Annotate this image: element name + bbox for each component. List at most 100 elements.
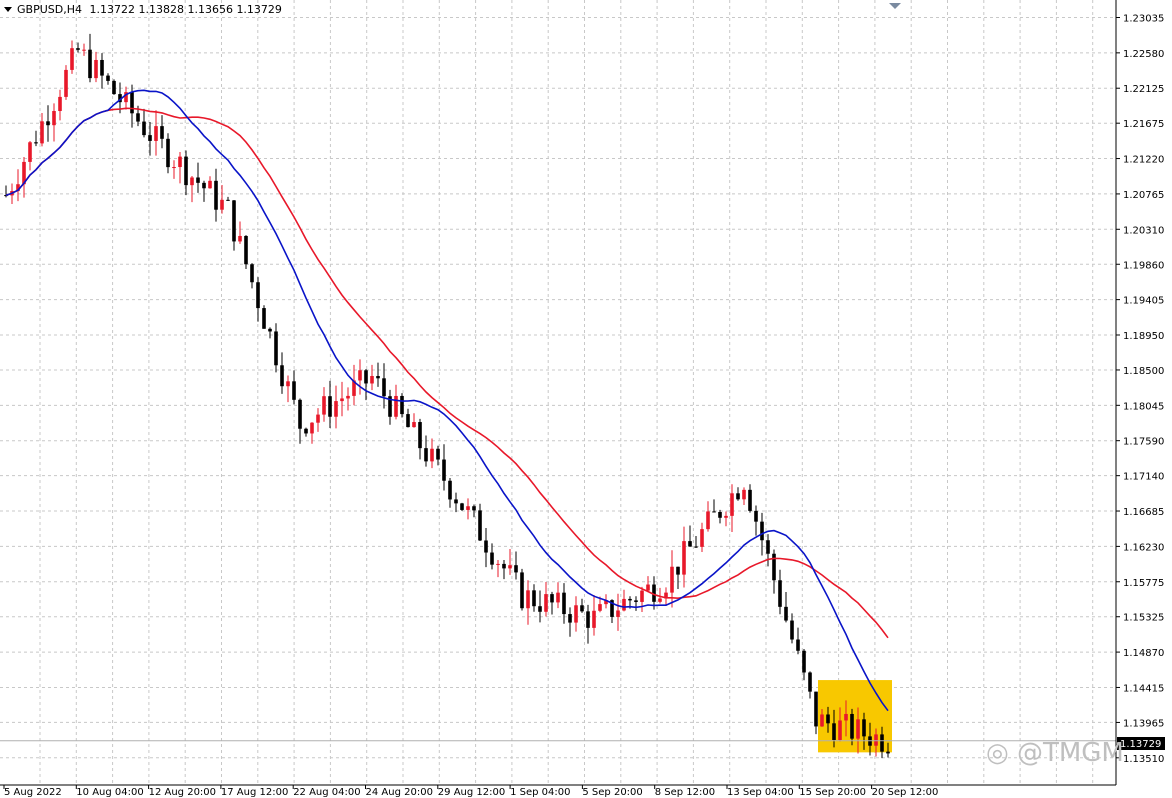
candle <box>316 408 320 432</box>
candle <box>352 364 356 406</box>
ytick-label: 1.15775 <box>1123 578 1164 589</box>
chart-axes <box>0 0 1117 786</box>
candle <box>100 53 104 89</box>
xtick-label: 22 Aug 04:00 <box>293 787 360 798</box>
candle <box>790 613 794 644</box>
xtick-label: 29 Aug 12:00 <box>438 787 505 798</box>
candle <box>268 327 272 339</box>
candle <box>478 503 482 542</box>
candle <box>556 582 560 609</box>
candle <box>388 389 392 425</box>
dropdown-triangle-icon[interactable] <box>4 7 12 12</box>
candle <box>214 168 218 222</box>
moving-average-slow-line <box>5 107 889 639</box>
candle <box>82 43 86 56</box>
xtick-label: 17 Aug 12:00 <box>221 787 288 798</box>
candle <box>160 115 164 149</box>
candle <box>232 199 236 251</box>
candle <box>412 413 416 428</box>
ytick-label: 1.13965 <box>1123 718 1164 729</box>
candle <box>814 691 818 735</box>
price-axis: 1.23035 1.22580 1.22125 1.21675 1.21220 1.207… <box>1116 13 1164 765</box>
candle <box>550 591 554 615</box>
candle <box>784 592 788 623</box>
candle <box>226 196 230 201</box>
candle <box>568 607 572 637</box>
candle <box>334 385 338 429</box>
candle <box>700 522 704 552</box>
candle <box>262 305 266 329</box>
candle <box>256 277 260 322</box>
candle <box>424 435 428 467</box>
candle <box>22 157 26 198</box>
ytick-label: 1.18500 <box>1123 366 1164 377</box>
xtick-label: 5 Sep 20:00 <box>582 787 642 798</box>
ytick-label: 1.20765 <box>1123 190 1164 201</box>
ytick-label: 1.16230 <box>1123 542 1164 553</box>
ytick-label: 1.21675 <box>1123 119 1164 130</box>
candle <box>190 175 194 203</box>
candle <box>490 543 494 570</box>
symbol-label: GBPUSD,H4 <box>17 3 82 16</box>
candle <box>250 263 254 289</box>
candle <box>580 598 584 613</box>
candle <box>418 418 422 460</box>
candle <box>124 86 128 110</box>
candle <box>532 584 536 612</box>
price-chart[interactable]: 1.23035 1.22580 1.22125 1.21675 1.21220 1.207… <box>0 0 1172 798</box>
ytick-label: 1.18950 <box>1123 331 1164 342</box>
ytick-label: 1.14870 <box>1123 648 1164 659</box>
candle <box>682 526 686 588</box>
candle <box>430 438 434 469</box>
chart-grid <box>0 0 1116 785</box>
candle <box>34 130 38 147</box>
candle <box>442 444 446 491</box>
candle <box>454 492 458 513</box>
candle <box>166 133 170 174</box>
xtick-label: 13 Sep 04:00 <box>727 787 794 798</box>
candle <box>574 596 578 632</box>
candle <box>322 387 326 422</box>
candle <box>154 110 158 156</box>
candle <box>70 40 74 74</box>
watermark-text: @TMGM <box>1016 738 1124 768</box>
moving-average-fast-line <box>5 89 889 712</box>
candle <box>664 587 668 606</box>
candle <box>286 375 290 403</box>
ytick-label: 1.17590 <box>1123 437 1164 448</box>
candle <box>808 671 812 699</box>
candle <box>106 73 110 85</box>
candle <box>748 484 752 513</box>
candle <box>40 112 44 147</box>
candle <box>28 140 32 171</box>
xtick-label: 20 Sep 12:00 <box>872 787 939 798</box>
candle <box>358 359 362 395</box>
weibo-logo-icon: ◎ <box>986 738 1009 768</box>
watermark: ◎ @TMGM <box>986 738 1124 768</box>
ytick-label: 1.19405 <box>1123 296 1164 307</box>
candle <box>802 649 806 681</box>
candle <box>448 477 452 508</box>
candle <box>406 408 410 428</box>
candle <box>670 550 674 608</box>
candle <box>634 596 638 611</box>
candle <box>64 65 68 100</box>
candle <box>622 589 626 612</box>
candle <box>538 590 542 623</box>
candle <box>46 105 50 142</box>
ytick-label: 1.20310 <box>1123 225 1164 236</box>
candle <box>292 370 296 405</box>
candle <box>712 499 716 513</box>
ytick-label: 1.22125 <box>1123 84 1164 95</box>
current-price-label: 1.13729 <box>1120 739 1161 750</box>
time-axis: 5 Aug 2022 10 Aug 04:00 12 Aug 20:00 17 Aug… <box>3 785 939 798</box>
xtick-label: 10 Aug 04:00 <box>76 787 143 798</box>
xtick-label: 5 Aug 2022 <box>4 787 62 798</box>
candle <box>328 380 332 429</box>
ytick-label: 1.16685 <box>1123 507 1164 518</box>
candle <box>724 511 728 527</box>
candle <box>640 586 644 612</box>
candle <box>58 89 62 121</box>
candle <box>370 364 374 391</box>
scroll-marker-icon[interactable] <box>889 3 901 9</box>
